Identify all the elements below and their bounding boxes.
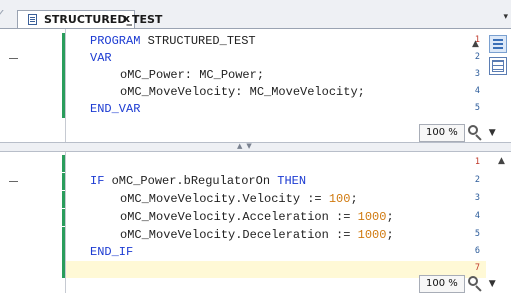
line-number: 4 xyxy=(474,211,480,221)
scroll-up-icon[interactable]: ▲ xyxy=(498,156,505,166)
declaration-textual-view-icon[interactable] xyxy=(489,35,507,53)
line-number: 3 xyxy=(474,193,480,203)
change-marker xyxy=(62,261,65,278)
code-line[interactable]: 2 VAR xyxy=(0,50,480,67)
change-marker xyxy=(62,33,65,50)
zoom-level[interactable]: 100 % xyxy=(419,124,465,142)
code-line[interactable]: 6 END_IF xyxy=(0,244,480,261)
fold-collapse-icon[interactable] xyxy=(9,177,18,186)
code-line[interactable]: 7 xyxy=(0,261,480,278)
close-icon[interactable]: x xyxy=(123,12,130,25)
code-line[interactable]: 1 xyxy=(0,155,480,172)
code-line[interactable]: 5 oMC_MoveVelocity.Deceleration := 1000; xyxy=(0,227,480,244)
code-line[interactable]: 5 END_VAR xyxy=(0,101,480,118)
code-line[interactable]: 1 PROGRAM STRUCTURED_TEST xyxy=(0,33,480,50)
line-number: 3 xyxy=(474,69,480,79)
declaration-editor[interactable]: 1 PROGRAM STRUCTURED_TEST 2 VAR 3 oMC_Po… xyxy=(0,28,511,143)
splitter-arrows-icon[interactable]: ▲▼ xyxy=(237,142,256,150)
line-number: 1 xyxy=(474,157,480,167)
code-text: oMC_MoveVelocity.Deceleration := 1000; xyxy=(120,228,394,242)
change-marker xyxy=(62,173,65,190)
change-marker xyxy=(62,67,65,84)
line-number: 6 xyxy=(474,246,480,256)
tab-list-dropdown-icon[interactable]: ▾ xyxy=(503,12,508,22)
code-text: END_IF xyxy=(90,245,134,259)
code-text: PROGRAM STRUCTURED_TEST xyxy=(90,34,256,48)
implementation-editor[interactable]: 1 2 IF oMC_Power.bRegulatorOn THEN 3 oMC… xyxy=(0,152,511,293)
code-text: oMC_MoveVelocity.Velocity := 100; xyxy=(120,192,358,206)
code-text: oMC_Power: MC_Power; xyxy=(120,68,265,82)
code-text: IF oMC_Power.bRegulatorOn THEN xyxy=(90,174,307,188)
scroll-up-icon[interactable]: ▲ xyxy=(472,39,479,49)
zoom-control[interactable]: 100 % ▼ xyxy=(419,274,496,294)
line-number: 7 xyxy=(474,263,480,273)
zoom-level[interactable]: 100 % xyxy=(419,275,465,293)
document-icon xyxy=(28,14,37,25)
tab-structured-test[interactable]: STRUCTURED_TEST x xyxy=(17,10,162,29)
tab-title: STRUCTURED_TEST xyxy=(44,13,163,26)
change-marker xyxy=(62,155,65,172)
code-text: VAR xyxy=(90,51,112,65)
change-marker xyxy=(62,191,65,208)
line-number: 2 xyxy=(474,52,480,62)
code-line[interactable]: 4 oMC_MoveVelocity: MC_MoveVelocity; xyxy=(0,84,480,101)
change-marker xyxy=(62,101,65,118)
change-marker xyxy=(62,244,65,261)
code-text: END_VAR xyxy=(90,102,141,116)
change-marker xyxy=(62,50,65,67)
zoom-magnifier-icon[interactable] xyxy=(467,124,485,142)
code-line[interactable]: 3 oMC_Power: MC_Power; xyxy=(0,67,480,84)
declaration-tabular-view-icon[interactable] xyxy=(489,57,507,75)
code-text: oMC_MoveVelocity: MC_MoveVelocity; xyxy=(120,85,365,99)
zoom-magnifier-icon[interactable] xyxy=(467,275,485,293)
line-number: 2 xyxy=(474,175,480,185)
chevron-down-icon[interactable]: ▼ xyxy=(489,279,496,289)
code-line[interactable]: 3 oMC_MoveVelocity.Velocity := 100; xyxy=(0,191,480,208)
pane-splitter[interactable]: ▲▼ xyxy=(0,142,511,152)
fold-collapse-icon[interactable] xyxy=(9,54,18,63)
line-number: 5 xyxy=(474,229,480,239)
change-marker xyxy=(62,84,65,101)
chevron-down-icon[interactable]: ▼ xyxy=(489,128,496,138)
change-marker xyxy=(62,227,65,244)
code-text: oMC_MoveVelocity.Acceleration := 1000; xyxy=(120,210,394,224)
editor-tab-strip: STRUCTURED_TEST x ▾ xyxy=(0,0,511,29)
line-number: 4 xyxy=(474,86,480,96)
code-line[interactable]: 2 IF oMC_Power.bRegulatorOn THEN xyxy=(0,173,480,190)
change-marker xyxy=(62,209,65,226)
zoom-control[interactable]: 100 % ▼ xyxy=(419,123,496,143)
code-line[interactable]: 4 oMC_MoveVelocity.Acceleration := 1000; xyxy=(0,209,480,226)
line-number: 5 xyxy=(474,103,480,113)
